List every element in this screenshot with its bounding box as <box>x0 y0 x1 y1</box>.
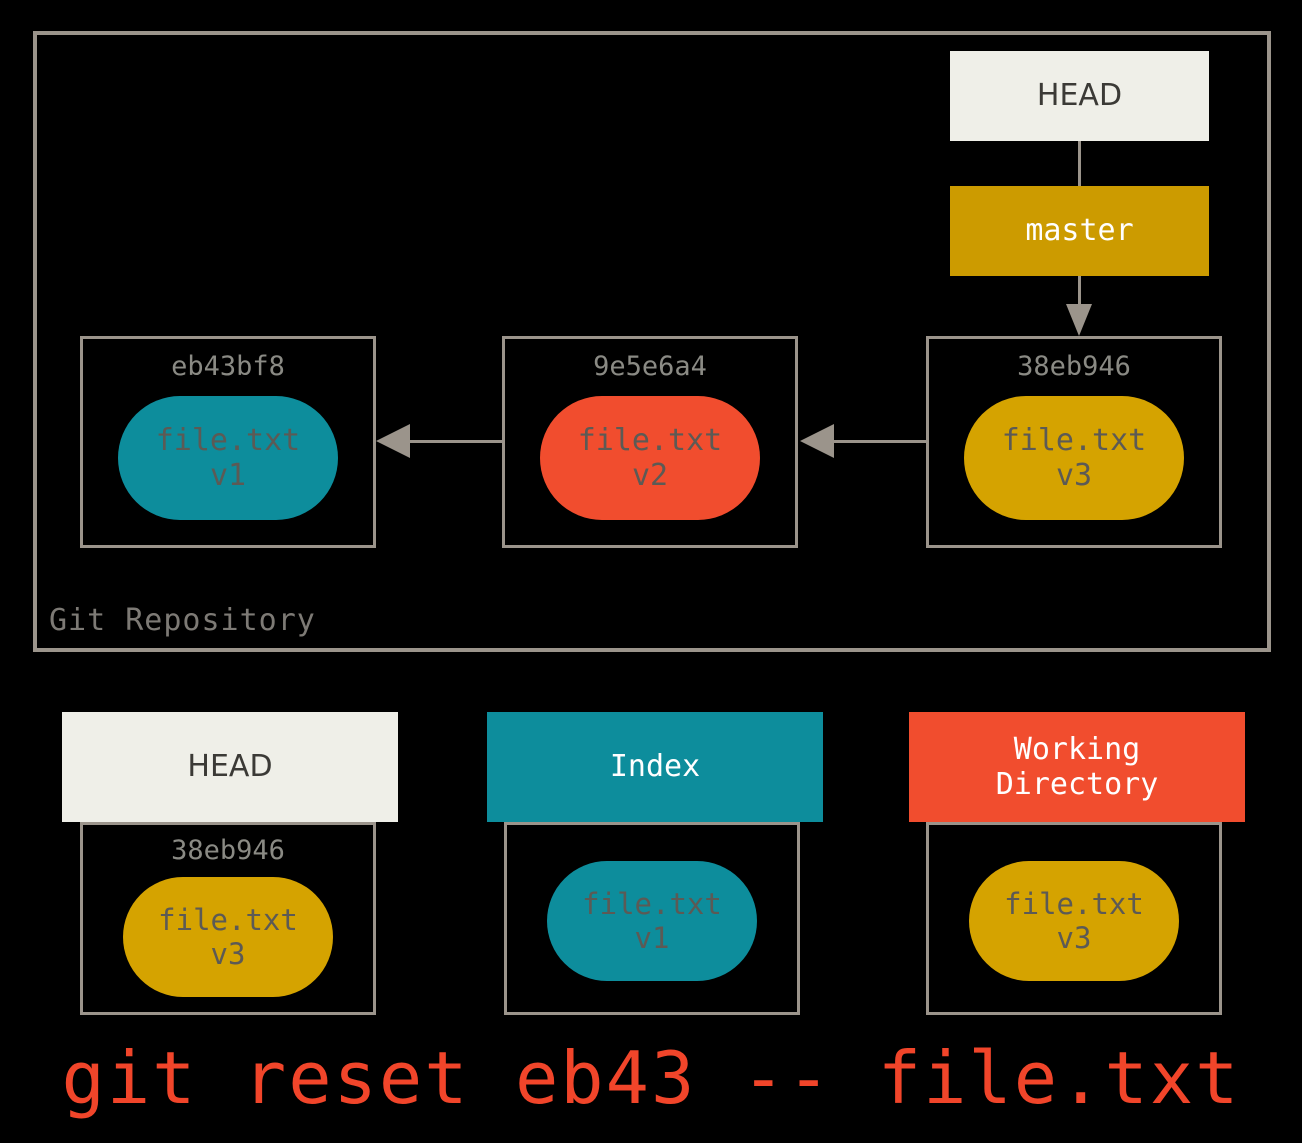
area-header-label: Index <box>609 749 701 785</box>
commit-box-eb43bf8: eb43bf8 file.txt v1 <box>80 336 376 548</box>
area-body-head: 38eb946 file.txt v3 <box>80 822 376 1015</box>
area-body-index: file.txt v1 <box>504 822 800 1015</box>
area-header-index: Index <box>487 712 823 822</box>
area-hash: 38eb946 <box>171 835 285 866</box>
git-repository-label: Git Repository <box>49 603 316 638</box>
arrowhead-commit2-to-commit1 <box>376 424 410 458</box>
commit-blob: file.txt v3 <box>964 396 1184 520</box>
area-header-label: HEAD <box>187 749 273 785</box>
arrowhead-commit3-to-commit2 <box>800 424 834 458</box>
area-blob: file.txt v3 <box>123 877 333 997</box>
commit-box-9e5e6a4: 9e5e6a4 file.txt v2 <box>502 336 798 548</box>
commit-blob: file.txt v1 <box>118 396 338 520</box>
master-branch-box: master <box>950 186 1209 276</box>
head-pointer-box: HEAD <box>950 51 1209 141</box>
arrowhead-master-to-commit <box>1066 304 1092 336</box>
head-pointer-label: HEAD <box>1036 78 1123 114</box>
commit-blob: file.txt v2 <box>540 396 760 520</box>
commit-hash: 38eb946 <box>1017 351 1131 382</box>
commit-box-38eb946: 38eb946 file.txt v3 <box>926 336 1222 548</box>
area-header-working-directory: Working Directory <box>909 712 1245 822</box>
connector-commit3-to-commit2 <box>834 440 926 443</box>
connector-commit2-to-commit1 <box>410 440 502 443</box>
area-header-head: HEAD <box>62 712 398 822</box>
area-body-working-directory: file.txt v3 <box>926 822 1222 1015</box>
diagram-canvas: Git Repository HEAD master eb43bf8 file.… <box>0 0 1302 1143</box>
commit-hash: 9e5e6a4 <box>593 351 707 382</box>
command-caption: git reset eb43 -- file.txt <box>61 1036 1241 1120</box>
commit-hash: eb43bf8 <box>171 351 285 382</box>
area-blob: file.txt v3 <box>969 861 1179 981</box>
area-header-label: Working Directory <box>995 731 1159 802</box>
master-branch-label: master <box>1025 213 1134 249</box>
connector-head-to-master <box>1078 141 1081 186</box>
area-blob: file.txt v1 <box>547 861 757 981</box>
